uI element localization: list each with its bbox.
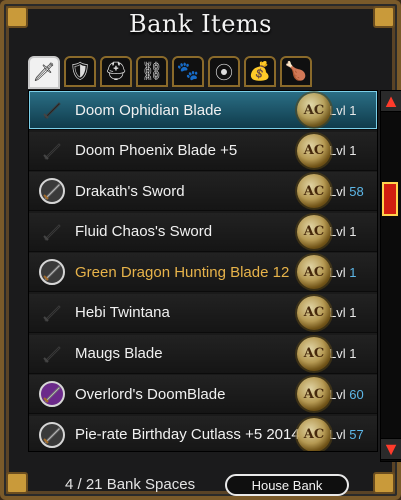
level-prefix: Lvl [329,427,346,443]
tab-bags[interactable]: 💰 [244,56,276,87]
house-bank-button[interactable]: House Bank [225,474,349,496]
list-item[interactable]: Overlord's DoomBlade AC Lvl 60 [29,375,377,415]
ac-badge-icon: AC [297,295,331,330]
level-prefix: Lvl [329,224,346,240]
list-item[interactable]: Pie-rate Birthday Cutlass +5 2014 AC Lvl 5… [29,415,377,451]
item-level: Lvl 60 [329,387,377,402]
necklace-icon: ⦿ [215,62,233,83]
item-level: Lvl 58 [329,184,377,199]
ac-badge-icon: AC [297,377,331,412]
bank-spaces-count: 4 / 21 Bank Spaces [65,476,196,493]
item-level: Lvl 1 [329,143,377,158]
cape-icon: ⛓ [140,61,164,81]
level-number: 1 [349,346,357,362]
item-name: Overlord's DoomBlade [75,385,226,403]
item-name: Doom Phoenix Blade +5 [75,142,238,160]
level-prefix: Lvl [329,183,346,199]
bag-icon: 💰 [248,61,272,81]
item-level: Lvl 1 [329,224,377,239]
item-name: Doom Ophidian Blade [75,101,222,119]
list-item[interactable]: Green Dragon Hunting Blade 12 AC Lvl 1 [29,253,377,293]
dark-sword-icon [35,296,69,330]
chevron-down-icon: ▼ [382,438,400,459]
item-icon: 🍗 [284,61,308,81]
scrollbar-track[interactable] [380,90,401,462]
level-number: 57 [349,427,364,443]
tab-armor[interactable]: 🛡 [64,56,96,87]
item-level: Lvl 1 [329,103,377,118]
tab-capes[interactable]: ⛓ [136,56,168,87]
item-name: Pie-rate Birthday Cutlass +5 2014 [75,426,300,444]
item-level: Lvl 1 [329,346,377,361]
level-number: 58 [349,183,364,199]
ac-badge-icon: AC [297,214,331,249]
item-level: Lvl 1 [329,305,377,320]
ac-badge-icon: AC [297,417,331,451]
silver-sword-icon [35,174,69,208]
ac-badge-icon: AC [297,255,331,290]
scroll-down-button[interactable]: ▼ [380,438,401,460]
level-number: 60 [349,386,364,402]
item-name: Maugs Blade [75,345,163,363]
category-tabs: 🗡 🛡 ⛑ ⛓ 🐾 ⦿ 💰 🍗 [28,56,312,89]
dark-sword-icon [35,93,69,127]
tab-necklaces[interactable]: ⦿ [208,56,240,87]
list-item[interactable]: Maugs Blade AC Lvl 1 [29,334,377,374]
paw-icon: 🐾 [176,61,200,81]
bank-footer: 4 / 21 Bank Spaces House Bank [4,468,397,500]
item-level: Lvl 1 [329,265,377,280]
scrollbar-thumb[interactable] [382,182,398,216]
tab-pets[interactable]: 🐾 [172,56,204,87]
list-item[interactable]: Hebi Twintana AC Lvl 1 [29,293,377,333]
page-title: Bank Items [129,10,272,38]
list-item[interactable]: Fluid Chaos's Sword AC Lvl 1 [29,212,377,252]
item-name: Green Dragon Hunting Blade 12 [75,263,290,281]
item-name: Drakath's Sword [75,182,185,200]
bank-panel: Bank Items 🗡 🛡 ⛑ ⛓ 🐾 ⦿ 💰 🍗 Doom Ophidian Blade A… [0,0,401,500]
item-level: Lvl 57 [329,427,377,442]
tab-items[interactable]: 🍗 [280,56,312,87]
list-item[interactable]: Doom Ophidian Blade AC Lvl 1 [29,91,377,130]
level-prefix: Lvl [329,305,346,321]
level-number: 1 [349,102,357,118]
ac-badge-icon: AC [297,93,331,127]
purple-sword-icon [35,377,69,411]
level-number: 1 [349,143,357,159]
ac-badge-icon: AC [297,336,331,371]
ac-badge-icon: AC [297,174,331,209]
silver-sword-icon [35,418,69,451]
item-name: Fluid Chaos's Sword [75,223,213,241]
item-name: Hebi Twintana [75,304,170,322]
level-number: 1 [349,264,357,280]
dark-sword-icon [35,134,69,168]
scroll-up-button[interactable]: ▲ [380,90,401,112]
dark-sword-icon [35,215,69,249]
ac-badge-icon: AC [297,133,331,168]
silver-sword-icon [35,255,69,289]
sword-icon: 🗡 [32,62,56,82]
helm-icon: ⛑ [104,61,128,81]
dark-sword-icon [35,337,69,371]
armor-icon: 🛡 [68,61,92,81]
tab-helms[interactable]: ⛑ [100,56,132,87]
level-prefix: Lvl [329,386,346,402]
tab-swords[interactable]: 🗡 [28,56,60,89]
level-prefix: Lvl [329,346,346,362]
level-number: 1 [349,224,357,240]
bank-item-list: Doom Ophidian Blade AC Lvl 1 Doom Phoenix B… [28,90,378,452]
chevron-up-icon: ▲ [382,90,400,111]
level-prefix: Lvl [329,102,346,118]
list-item[interactable]: Doom Phoenix Blade +5 AC Lvl 1 [29,131,377,171]
list-item[interactable]: Drakath's Sword AC Lvl 58 [29,172,377,212]
level-number: 1 [349,305,357,321]
level-prefix: Lvl [329,264,346,280]
level-prefix: Lvl [329,143,346,159]
